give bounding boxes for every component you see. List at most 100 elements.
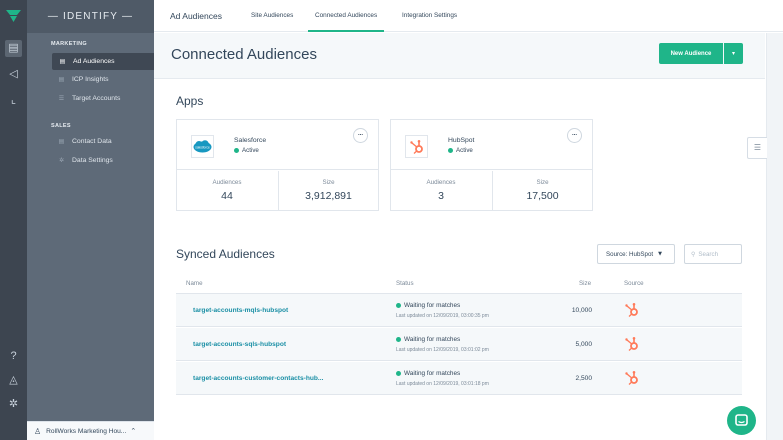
salesforce-logo-text: salesforce [195, 146, 210, 150]
row-status: Waiting for matches [396, 302, 460, 309]
row-size: 10,000 [571, 307, 592, 314]
salesforce-logo: salesforce [191, 135, 214, 158]
app-card-salesforce: salesforce Salesforce Active ... Audienc… [176, 119, 379, 211]
status-dot-icon [396, 303, 401, 308]
row-status: Waiting for matches [396, 336, 460, 343]
row-size: 5,000 [575, 341, 592, 348]
hubspot-icon [625, 371, 638, 385]
page-title: Connected Audiences [171, 46, 317, 63]
sidebar-nav: — IDENTIFY — MARKETING ▤ Ad Audiences ▤ … [27, 0, 177, 440]
scrollbar[interactable] [766, 33, 783, 440]
sidebar-item-label: Contact Data [72, 138, 112, 145]
tab-site-audiences[interactable]: Site Audiences [251, 0, 293, 32]
panel-icon: ☰ [753, 143, 762, 152]
sidebar-item-target-accounts[interactable]: ☰ Target Accounts [51, 90, 175, 107]
stat-label: Audiences [212, 179, 242, 186]
search-input[interactable] [698, 250, 737, 258]
grid-icon: ▤ [59, 59, 66, 65]
hubspot-logo [405, 135, 428, 158]
new-audience-dropdown-button[interactable]: ▾ [724, 43, 743, 64]
column-header-status[interactable]: Status [396, 280, 414, 287]
product-brand: — IDENTIFY — [27, 0, 154, 33]
gear-icon[interactable]: ✲ [5, 396, 22, 413]
side-panel-toggle[interactable]: ☰ [747, 137, 767, 159]
stat-value: 3,912,891 [305, 190, 352, 202]
grid-icon[interactable]: ▤ [5, 40, 22, 57]
audience-name-link[interactable]: target-accounts-mqls-hubspot [193, 307, 288, 314]
sidebar-item-contact-data[interactable]: ▤ Contact Data [51, 133, 175, 150]
row-status-text: Waiting for matches [404, 370, 461, 377]
bell-icon[interactable]: ◬ [5, 372, 22, 389]
app-status-text: Active [456, 147, 473, 154]
icon-rail: ▤ ◁ ⌞ ? ◬ ✲ [0, 0, 27, 440]
hubspot-icon [625, 337, 638, 351]
sidebar-item-label: Data Settings [72, 157, 113, 164]
list-icon: ☰ [58, 96, 65, 102]
column-header-size[interactable]: Size [579, 280, 591, 287]
apps-heading: Apps [176, 94, 204, 108]
row-last-updated: Last updated on 12/09/2019, 03:01:02 pm [396, 347, 489, 353]
row-last-updated: Last updated on 12/09/2019, 03:01:18 pm [396, 381, 489, 387]
size-stat: Size 17,500 [492, 171, 592, 210]
sidebar-item-label: ICP Insights [72, 76, 109, 83]
new-audience-button[interactable]: New Audience [659, 43, 723, 64]
row-last-updated: Last updated on 12/09/2019, 03:00:35 pm [396, 313, 489, 319]
row-status: Waiting for matches [396, 370, 460, 377]
row-status-text: Waiting for matches [404, 302, 461, 309]
chat-icon [735, 414, 748, 426]
table-row[interactable]: target-accounts-sqls-hubspot Waiting for… [176, 328, 742, 361]
app-name: Salesforce [234, 137, 267, 144]
sidebar-item-label: Ad Audiences [73, 58, 115, 65]
status-dot-icon [234, 148, 239, 153]
size-stat: Size 3,912,891 [278, 171, 378, 210]
source-filter-select[interactable]: Source: HubSpot ▼ [597, 244, 675, 264]
app-status: Active [448, 147, 473, 154]
section-label-sales: SALES [51, 123, 71, 129]
logo-icon[interactable] [6, 10, 21, 22]
sidebar-item-data-settings[interactable]: ✲ Data Settings [51, 152, 175, 169]
audience-name-link[interactable]: target-accounts-sqls-hubspot [193, 341, 286, 348]
tab-ad-audiences[interactable]: Ad Audiences [170, 0, 222, 32]
account-name: RollWorks Marketing Hou... [46, 427, 127, 435]
stat-label: Size [536, 179, 549, 186]
tab-integration-settings[interactable]: Integration Settings [402, 0, 457, 32]
app-status-text: Active [242, 147, 259, 154]
search-icon: ⚲ [691, 251, 696, 258]
row-status-text: Waiting for matches [404, 336, 461, 343]
chart-icon[interactable]: ⌞ [5, 92, 22, 109]
grid-icon: ▤ [58, 77, 65, 83]
status-dot-icon [396, 337, 401, 342]
audiences-stat: Audiences 3 [391, 171, 491, 210]
status-dot-icon [448, 148, 453, 153]
column-header-source[interactable]: Source [624, 280, 644, 287]
column-header-name[interactable]: Name [186, 280, 203, 287]
app-status: Active [234, 147, 259, 154]
app-name: HubSpot [448, 137, 475, 144]
more-options-button[interactable]: ... [353, 128, 368, 143]
stat-value: 44 [221, 190, 233, 202]
account-switcher[interactable]: ♙ RollWorks Marketing Hou... ⌃ [27, 421, 154, 440]
page-header: Connected Audiences New Audience ▾ [154, 33, 765, 79]
gear-icon: ✲ [58, 158, 65, 164]
stat-label: Audiences [426, 179, 456, 186]
top-tab-bar: Ad Audiences Site Audiences Connected Au… [154, 0, 783, 32]
stat-value: 17,500 [526, 190, 559, 202]
table-row[interactable]: target-accounts-customer-contacts-hub...… [176, 362, 742, 395]
audiences-stat: Audiences 44 [177, 171, 277, 210]
audience-name-link[interactable]: target-accounts-customer-contacts-hub... [193, 375, 323, 382]
hubspot-icon [625, 303, 638, 317]
sidebar-item-label: Target Accounts [72, 95, 121, 102]
chat-launcher-button[interactable] [727, 406, 756, 435]
chevron-up-icon: ⌃ [130, 428, 137, 435]
tab-connected-audiences[interactable]: Connected Audiences [308, 0, 385, 32]
chevron-down-icon: ▼ [658, 251, 662, 257]
table-row[interactable]: target-accounts-mqls-hubspot Waiting for… [176, 294, 742, 327]
grid-icon: ▤ [58, 139, 65, 145]
stat-value: 3 [438, 190, 444, 202]
megaphone-icon[interactable]: ◁ [5, 66, 22, 83]
hubspot-sprocket-icon [409, 139, 423, 154]
more-options-button[interactable]: ... [567, 128, 582, 143]
help-icon[interactable]: ? [5, 348, 22, 365]
source-filter-value: Source: HubSpot [606, 250, 654, 258]
row-size: 2,500 [575, 375, 592, 382]
